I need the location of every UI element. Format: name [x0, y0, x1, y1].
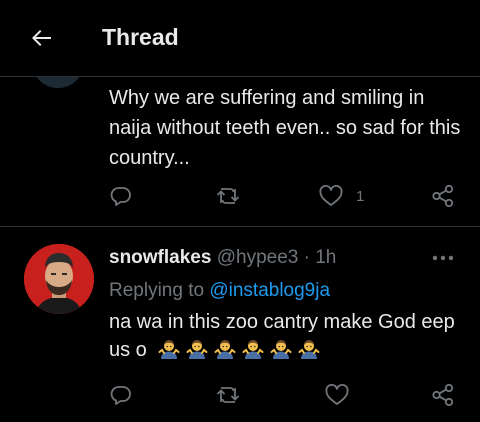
- tweet-header: snowflakes @hypee3 · 1h: [109, 247, 336, 269]
- reply-button[interactable]: [109, 181, 133, 211]
- man-shrugging-emoji: [158, 340, 180, 359]
- thread-header: Thread: [0, 0, 480, 77]
- mention-link[interactable]: @instablog9ja: [209, 280, 330, 301]
- share-icon: [432, 383, 454, 407]
- man-shrugging-emoji: [270, 340, 292, 359]
- reply-button[interactable]: [109, 380, 133, 410]
- heart-icon: [319, 184, 343, 206]
- timestamp[interactable]: 1h: [315, 247, 336, 268]
- arrow-left-icon: [32, 30, 51, 46]
- more-options-button[interactable]: [428, 246, 458, 270]
- man-shrugging-emoji: [186, 340, 208, 359]
- replying-label: Replying to: [109, 280, 205, 301]
- more-horizontal-icon: [432, 255, 454, 261]
- heart-icon: [325, 383, 349, 405]
- tweet-text: Why we are suffering and smiling in naij…: [109, 87, 461, 169]
- display-name[interactable]: snowflakes: [109, 247, 211, 268]
- share-button[interactable]: [430, 181, 456, 211]
- man-shrugging-emoji: [242, 340, 264, 359]
- retweet-button[interactable]: [215, 380, 241, 410]
- page-title: Thread: [102, 24, 179, 50]
- retweet-icon: [216, 188, 240, 204]
- emoji-group: [152, 339, 320, 361]
- like-button[interactable]: 1: [318, 181, 364, 211]
- avatar[interactable]: [24, 244, 94, 314]
- tweet-actions: [0, 380, 480, 410]
- share-icon: [432, 184, 454, 208]
- man-shrugging-emoji: [214, 340, 236, 359]
- reply-icon: [110, 187, 131, 206]
- handle[interactable]: @hypee3: [217, 247, 299, 268]
- replying-to: Replying to @instablog9ja: [109, 280, 330, 302]
- tweet-text: na wa in this zoo cantry make God eep us…: [109, 308, 469, 364]
- separator: ·: [303, 247, 310, 268]
- like-count: 1: [356, 187, 365, 205]
- divider: [0, 226, 480, 227]
- like-button[interactable]: [324, 380, 350, 410]
- retweet-button[interactable]: [215, 181, 241, 211]
- share-button[interactable]: [430, 380, 456, 410]
- back-button[interactable]: [22, 20, 62, 56]
- tweet-actions: 1: [0, 181, 480, 211]
- reply-icon: [110, 386, 131, 405]
- retweet-icon: [216, 387, 240, 403]
- man-shrugging-emoji: [298, 340, 320, 359]
